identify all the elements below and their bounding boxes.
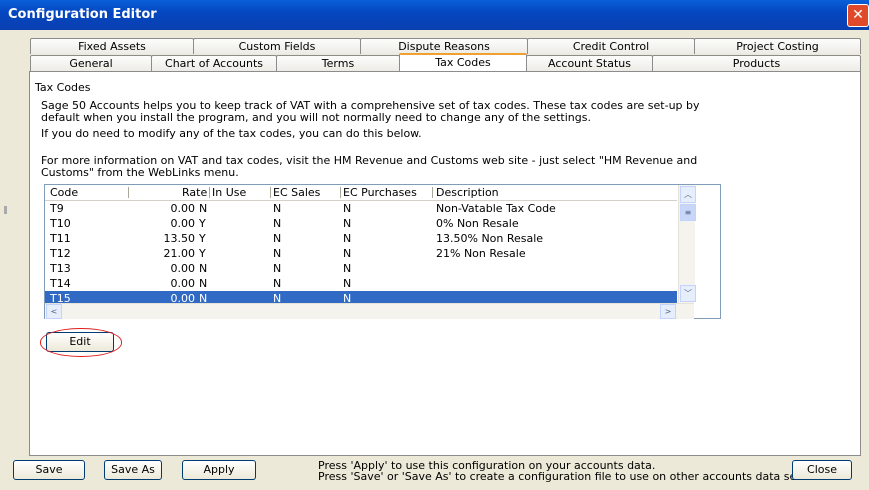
cell-code: T10	[50, 217, 71, 230]
column-separator[interactable]	[340, 187, 341, 198]
cell-code: T11	[50, 232, 71, 245]
cell-ec-sales: N	[273, 277, 282, 290]
highlight-annotation	[40, 328, 122, 357]
save-as-button[interactable]: Save As	[104, 460, 162, 480]
info-text-line-2: Customs" from the WebLinks menu.	[41, 166, 239, 179]
cell-ec-purchases: N	[343, 232, 352, 245]
cell-ec-sales: N	[273, 232, 282, 245]
column-header-in-use[interactable]: In Use	[212, 186, 246, 199]
save-button[interactable]: Save	[13, 460, 85, 480]
cell-code: T13	[50, 262, 71, 275]
tab-terms[interactable]: Terms	[276, 55, 400, 71]
column-header-code[interactable]: Code	[50, 186, 78, 199]
cell-in-use: N	[199, 202, 208, 215]
cell-ec-sales: N	[273, 217, 282, 230]
cell-ec-sales: N	[273, 202, 282, 215]
table-row[interactable]: T14 0.00 N N N	[45, 276, 677, 291]
tab-account-status[interactable]: Account Status	[526, 55, 653, 71]
panel-heading: Tax Codes	[35, 81, 91, 94]
cell-description: 21% Non Resale	[436, 247, 526, 260]
tab-chart-of-accounts[interactable]: Chart of Accounts	[151, 55, 277, 71]
cell-rate: 0.00	[170, 262, 196, 275]
scroll-left-button[interactable]: <	[46, 304, 62, 319]
footer-note-line-2: Press 'Save' or 'Save As' to create a co…	[318, 470, 810, 483]
grid-header: Code Rate In Use EC Sales EC Purchases D…	[45, 185, 677, 201]
close-button[interactable]: Close	[792, 460, 852, 480]
chevron-right-icon: >	[664, 307, 672, 316]
table-row[interactable]: T12 21.00 Y N N 21% Non Resale	[45, 246, 677, 261]
apply-button[interactable]: Apply	[182, 460, 256, 480]
info-text-line-1: For more information on VAT and tax code…	[41, 154, 698, 167]
cell-rate: 0.00	[170, 217, 196, 230]
grip-icon: ≡	[684, 208, 692, 217]
configuration-editor-window: Configuration Editor ✕ Fixed Assets Cust…	[0, 0, 869, 490]
scroll-down-button[interactable]: ﹀	[680, 285, 696, 302]
cell-rate: 21.00	[163, 247, 196, 260]
cell-description: Non-Vatable Tax Code	[436, 202, 556, 215]
tab-fixed-assets[interactable]: Fixed Assets	[30, 38, 194, 54]
tab-general[interactable]: General	[30, 55, 152, 71]
cell-in-use: Y	[199, 247, 206, 260]
modify-note: If you do need to modify any of the tax …	[41, 127, 422, 140]
intro-text-line-1: Sage 50 Accounts helps you to keep track…	[41, 99, 700, 112]
cell-ec-sales: N	[273, 247, 282, 260]
tab-custom-fields[interactable]: Custom Fields	[193, 38, 361, 54]
tax-codes-grid[interactable]: Code Rate In Use EC Sales EC Purchases D…	[44, 184, 721, 319]
chevron-down-icon: ﹀	[684, 289, 692, 298]
scroll-up-button[interactable]: ︿	[680, 186, 696, 203]
tax-codes-panel: Tax Codes Sage 50 Accounts helps you to …	[29, 71, 861, 456]
column-separator[interactable]	[209, 187, 210, 198]
column-header-description[interactable]: Description	[436, 186, 499, 199]
table-row[interactable]: T9 0.00 N N N Non-Vatable Tax Code	[45, 201, 677, 216]
table-row[interactable]: T10 0.00 Y N N 0% Non Resale	[45, 216, 677, 231]
tab-dispute-reasons[interactable]: Dispute Reasons	[360, 38, 528, 54]
table-row[interactable]: T11 13.50 Y N N 13.50% Non Resale	[45, 231, 677, 246]
title-bar[interactable]: Configuration Editor ✕	[0, 0, 869, 30]
column-header-rate[interactable]: Rate	[182, 186, 207, 199]
cell-ec-purchases: N	[343, 277, 352, 290]
cell-ec-purchases: N	[343, 247, 352, 260]
window-title: Configuration Editor	[8, 7, 157, 22]
horizontal-scrollbar[interactable]: < >	[45, 303, 694, 319]
chevron-left-icon: <	[50, 307, 58, 316]
cell-rate: 0.00	[170, 202, 196, 215]
chevron-up-icon: ︿	[684, 190, 692, 199]
cell-code: T9	[50, 202, 64, 215]
cell-ec-purchases: N	[343, 217, 352, 230]
cell-rate: 0.00	[170, 277, 196, 290]
column-separator[interactable]	[432, 187, 433, 198]
close-window-button[interactable]: ✕	[847, 4, 869, 27]
cell-in-use: Y	[199, 232, 206, 245]
scroll-right-button[interactable]: >	[660, 304, 676, 319]
tab-credit-control[interactable]: Credit Control	[527, 38, 695, 54]
intro-text-line-2: default when you install the program, an…	[41, 111, 591, 124]
tab-products[interactable]: Products	[652, 55, 861, 71]
tab-tax-codes[interactable]: Tax Codes	[399, 53, 527, 72]
close-icon: ✕	[852, 7, 864, 23]
column-separator[interactable]	[270, 187, 271, 198]
cell-in-use: N	[199, 262, 208, 275]
column-separator[interactable]	[128, 187, 129, 198]
cell-ec-purchases: N	[343, 262, 352, 275]
cell-code: T12	[50, 247, 71, 260]
cell-description: 0% Non Resale	[436, 217, 519, 230]
cell-rate: 13.50	[163, 232, 196, 245]
column-header-ec-purchases[interactable]: EC Purchases	[343, 186, 417, 199]
vertical-scrollbar[interactable]: ︿ ≡ ﹀	[678, 185, 696, 303]
cell-code: T14	[50, 277, 71, 290]
cell-in-use: Y	[199, 217, 206, 230]
cell-ec-purchases: N	[343, 202, 352, 215]
scroll-thumb[interactable]: ≡	[680, 204, 696, 221]
tab-project-costing[interactable]: Project Costing	[694, 38, 861, 54]
resize-marker	[4, 206, 7, 214]
cell-ec-sales: N	[273, 262, 282, 275]
cell-description: 13.50% Non Resale	[436, 232, 544, 245]
cell-in-use: N	[199, 277, 208, 290]
table-row[interactable]: T13 0.00 N N N	[45, 261, 677, 276]
column-header-ec-sales[interactable]: EC Sales	[273, 186, 320, 199]
